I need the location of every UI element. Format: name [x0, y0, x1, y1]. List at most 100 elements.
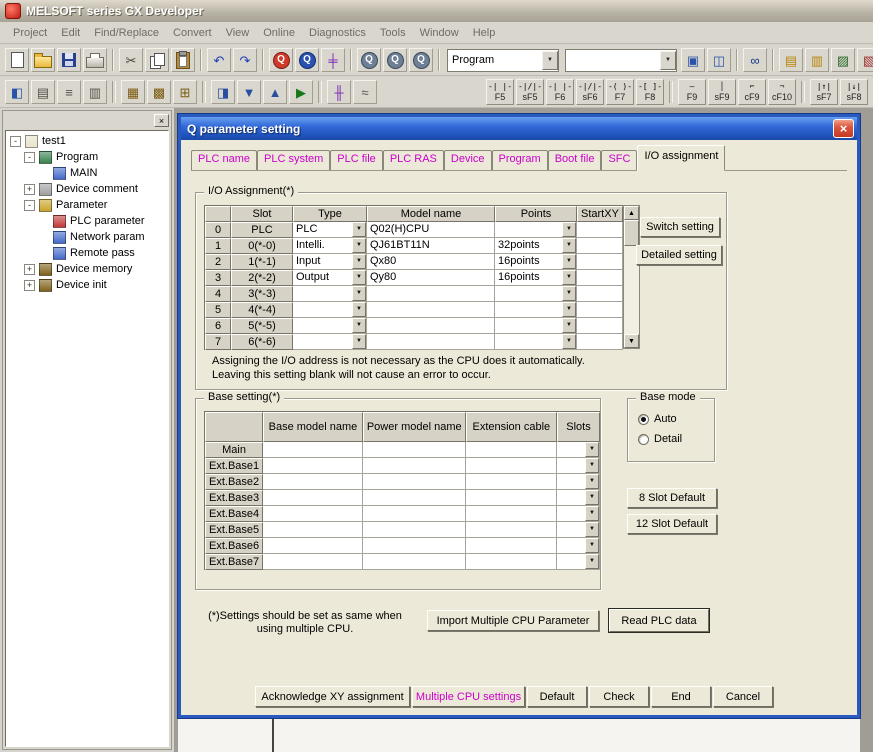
slots-dropdown[interactable]: ▼ — [557, 474, 600, 490]
chevron-down-icon[interactable]: ▼ — [352, 222, 366, 237]
program-verify-icon-button[interactable]: Q — [295, 48, 319, 72]
base-model-name-cell[interactable] — [263, 554, 363, 570]
tree-expander[interactable]: + — [24, 280, 35, 291]
comment-display-icon-button[interactable]: ▤ — [31, 80, 55, 104]
tree-expander[interactable]: + — [24, 264, 35, 275]
power-model-name-cell[interactable] — [363, 506, 466, 522]
cancel-button[interactable]: Cancel — [713, 686, 773, 707]
fkey-sf8-button[interactable]: |↓|sF8 — [840, 79, 868, 105]
tab-device[interactable]: Device — [444, 150, 492, 170]
tree-expander[interactable]: + — [24, 184, 35, 195]
device-memory-icon-button[interactable]: ▦ — [121, 80, 145, 104]
io-model-name-cell[interactable]: QJ61BT11N — [367, 238, 495, 254]
menu-item-window[interactable]: Window — [413, 25, 466, 41]
step-select-combo[interactable]: ▼ — [565, 49, 677, 72]
tab-boot-file[interactable]: Boot file — [548, 150, 602, 170]
program-check-icon-button[interactable]: Q — [269, 48, 293, 72]
chevron-down-icon[interactable]: ▼ — [585, 506, 599, 521]
chevron-down-icon[interactable]: ▼ — [542, 51, 558, 70]
chevron-down-icon[interactable]: ▼ — [562, 334, 576, 349]
base-mode-detail-radio[interactable]: Detail — [638, 433, 682, 445]
menu-item-view[interactable]: View — [219, 25, 257, 41]
chevron-down-icon[interactable]: ▼ — [562, 318, 576, 333]
io-startxy-cell[interactable] — [577, 270, 623, 286]
chevron-down-icon[interactable]: ▼ — [352, 254, 366, 269]
tree-expander[interactable]: - — [24, 152, 35, 163]
default-button[interactable]: Default — [527, 686, 587, 707]
chevron-down-icon[interactable]: ▼ — [352, 334, 366, 349]
tree-expander[interactable]: - — [24, 200, 35, 211]
power-model-name-cell[interactable] — [363, 474, 466, 490]
chevron-down-icon[interactable]: ▼ — [585, 490, 599, 505]
write-mode-icon-button[interactable]: ▧ — [857, 48, 873, 72]
new-file-icon-button[interactable] — [5, 48, 29, 72]
chevron-down-icon[interactable]: ▼ — [585, 458, 599, 473]
chevron-down-icon[interactable]: ▼ — [352, 318, 366, 333]
print-icon-button[interactable] — [83, 48, 107, 72]
tab-plc-name[interactable]: PLC name — [191, 150, 257, 170]
detailed-setting-button[interactable]: Detailed setting — [636, 245, 722, 265]
close-icon[interactable]: × — [833, 119, 854, 138]
import-multiple-cpu-parameter-button[interactable]: Import Multiple CPU Parameter — [427, 610, 599, 631]
io-points-dropdown[interactable]: 32points▼ — [495, 238, 577, 254]
slots-dropdown[interactable]: ▼ — [557, 522, 600, 538]
fkey-f9-button[interactable]: —F9 — [678, 79, 706, 105]
copy-icon-button[interactable] — [145, 48, 169, 72]
extension-cable-cell[interactable] — [466, 442, 557, 458]
tree-item-device-init[interactable]: +Device init — [6, 277, 168, 293]
menu-item-help[interactable]: Help — [466, 25, 503, 41]
new-window-icon-button[interactable]: ▣ — [681, 48, 705, 72]
io-startxy-cell[interactable] — [577, 286, 623, 302]
chevron-down-icon[interactable]: ▼ — [562, 222, 576, 237]
chevron-down-icon[interactable]: ▼ — [352, 302, 366, 317]
io-model-name-cell[interactable] — [367, 302, 495, 318]
tab-sfc[interactable]: SFC — [601, 150, 637, 170]
tree-item-main[interactable]: MAIN — [6, 165, 168, 181]
ladder-test-icon-button[interactable]: ╫ — [327, 80, 351, 104]
tile-window-icon-button[interactable]: ◫ — [707, 48, 731, 72]
io-type-dropdown[interactable]: Input▼ — [293, 254, 367, 270]
io-points-dropdown[interactable]: ▼ — [495, 222, 577, 238]
menu-item-edit[interactable]: Edit — [54, 25, 87, 41]
fkey-f5-button[interactable]: -| |-F5 — [486, 79, 514, 105]
zoom-header-icon-button[interactable]: Q — [409, 48, 433, 72]
chevron-down-icon[interactable]: ▼ — [585, 554, 599, 569]
power-model-name-cell[interactable] — [363, 538, 466, 554]
slots-dropdown[interactable]: ▼ — [557, 506, 600, 522]
read-plc-data-button[interactable]: Read PLC data — [609, 609, 709, 632]
undo-icon-button[interactable]: ↶ — [207, 48, 231, 72]
parameter-setting-icon-button[interactable]: ⊞ — [173, 80, 197, 104]
io-type-dropdown[interactable]: Intelli.▼ — [293, 238, 367, 254]
monitor-write-icon-button[interactable]: ▥ — [805, 48, 829, 72]
check-button[interactable]: Check — [589, 686, 649, 707]
io-model-name-cell[interactable] — [367, 334, 495, 350]
extension-cable-cell[interactable] — [466, 538, 557, 554]
base-model-name-cell[interactable] — [263, 442, 363, 458]
menu-item-convert[interactable]: Convert — [166, 25, 219, 41]
window-titlebar[interactable]: MELSOFT series GX Developer — [0, 0, 873, 22]
paste-icon-button[interactable] — [171, 48, 195, 72]
note-display-icon-button[interactable]: ▥ — [83, 80, 107, 104]
find-icon-button[interactable]: ∞ — [743, 48, 767, 72]
tab-program[interactable]: Program — [492, 150, 548, 170]
tab-plc-file[interactable]: PLC file — [330, 150, 383, 170]
extension-cable-cell[interactable] — [466, 506, 557, 522]
tree-item-test1[interactable]: -test1 — [6, 133, 168, 149]
base-model-name-cell[interactable] — [263, 458, 363, 474]
fkey-cf10-button[interactable]: ¬cF10 — [768, 79, 796, 105]
switch-setting-button[interactable]: Switch setting — [640, 217, 720, 237]
scroll-up-icon[interactable]: ▲ — [624, 206, 639, 220]
io-table-scrollbar[interactable]: ▲ ▼ — [623, 205, 640, 349]
io-model-name-cell[interactable]: Qy80 — [367, 270, 495, 286]
chevron-down-icon[interactable]: ▼ — [562, 286, 576, 301]
io-type-dropdown[interactable]: ▼ — [293, 334, 367, 350]
slots-dropdown[interactable]: ▼ — [557, 458, 600, 474]
monitor-mode-icon-button[interactable]: ▤ — [779, 48, 803, 72]
fkey-f8-button[interactable]: -[ ]-F8 — [636, 79, 664, 105]
io-points-dropdown[interactable]: 16points▼ — [495, 270, 577, 286]
fkey-f6-button[interactable]: -| |-F6 — [546, 79, 574, 105]
io-type-dropdown[interactable]: ▼ — [293, 302, 367, 318]
chevron-down-icon[interactable]: ▼ — [660, 51, 676, 70]
fkey-sf6-button[interactable]: -|/|-sF6 — [576, 79, 604, 105]
cut-icon-button[interactable]: ✂ — [119, 48, 143, 72]
